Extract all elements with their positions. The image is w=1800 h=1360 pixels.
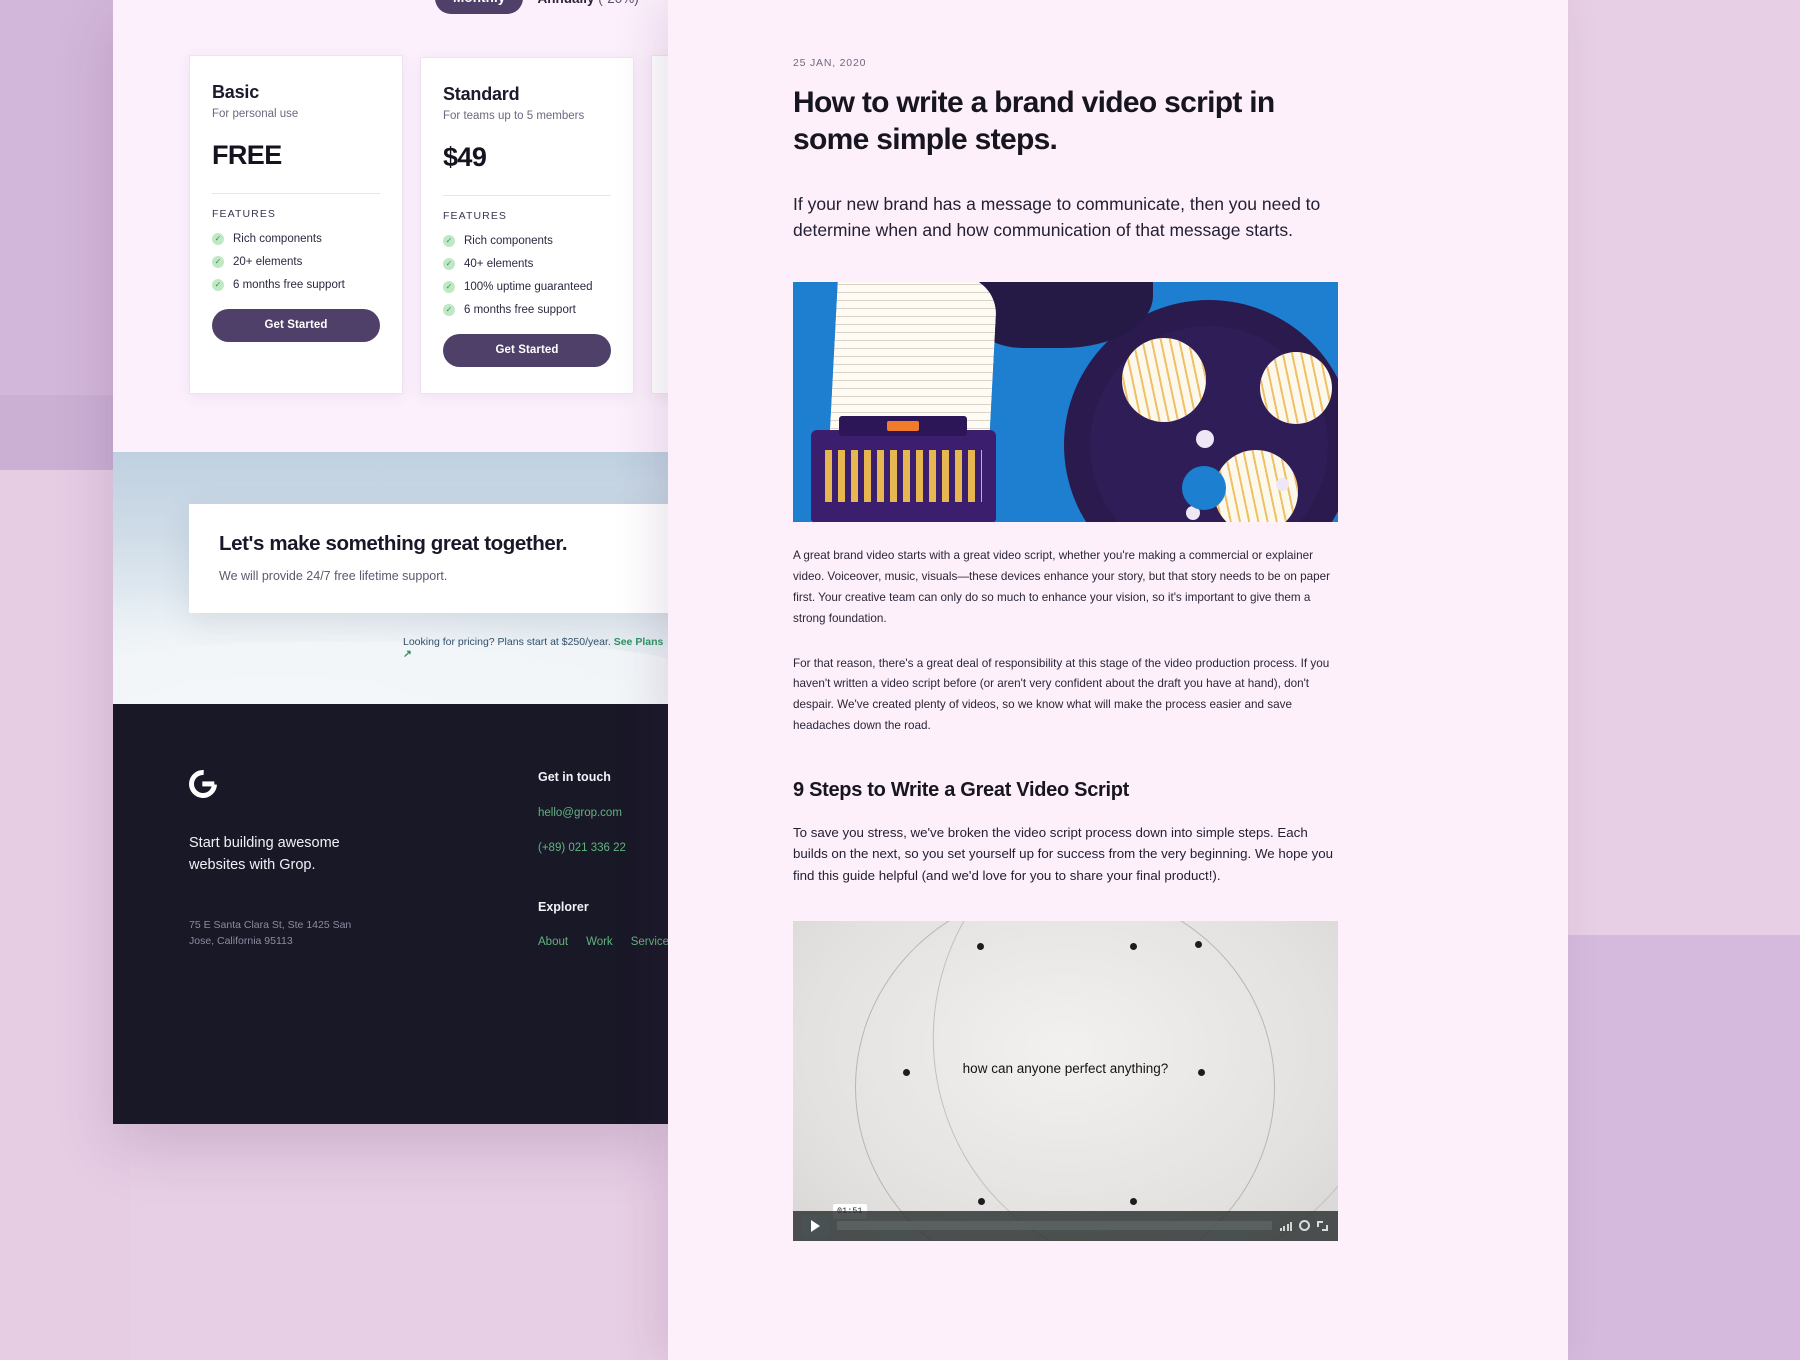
background-accent-left-upper <box>0 0 130 395</box>
feature-item: ✓ Rich components <box>443 235 611 247</box>
divider <box>443 195 611 196</box>
video-controls-bar[interactable] <box>793 1210 1338 1241</box>
typewriter-illustration <box>811 416 996 523</box>
feature-item: ✓ 6 months free support <box>212 279 380 291</box>
get-started-button-standard[interactable]: Get Started <box>443 334 611 367</box>
article-title: How to write a brand video script in som… <box>793 86 1275 156</box>
toggle-annually[interactable]: Annually (-20%) <box>537 0 638 6</box>
footer-link-about[interactable]: About <box>538 936 568 948</box>
footer-tagline: Start building awesome websites with Gro… <box>189 835 340 874</box>
article-paragraph-3: To save you stress, we've broken the vid… <box>793 824 1334 883</box>
footer-link-services[interactable]: Services <box>631 936 670 948</box>
features-list: ✓ Rich components ✓ 20+ elements ✓ 6 mon… <box>212 233 380 291</box>
toggle-annually-discount: (-20%) <box>598 0 639 6</box>
pricing-card-list: Basic For personal use FREE FEATURES ✓ R… <box>189 55 670 394</box>
feature-label: 6 months free support <box>233 279 345 291</box>
background-accent-left-lower <box>0 470 130 1360</box>
feature-item: ✓ 6 months free support <box>443 304 611 316</box>
gear-icon[interactable] <box>1299 1220 1310 1231</box>
plan-subtitle: For personal use <box>212 108 299 120</box>
cta-section: Let's make something great together. We … <box>113 452 670 704</box>
feature-label: 100% uptime guaranteed <box>464 281 593 293</box>
cta-subtitle: We will provide 24/7 free lifetime suppo… <box>219 569 448 583</box>
article-date: 25 JAN, 2020 <box>793 57 867 69</box>
video-progress-scrubber[interactable] <box>837 1221 1272 1230</box>
get-in-touch-heading: Get in touch <box>538 770 611 784</box>
play-icon[interactable] <box>801 1214 829 1237</box>
feature-label: 6 months free support <box>464 304 576 316</box>
features-heading: FEATURES <box>212 208 277 220</box>
video-caption: how can anyone perfect anything? <box>962 1060 1169 1076</box>
check-icon: ✓ <box>212 233 224 245</box>
article-paragraph-2: For that reason, there's a great deal of… <box>793 656 1330 733</box>
plan-price: FREE <box>212 140 282 170</box>
feature-item: ✓ Rich components <box>212 233 380 245</box>
feature-item: ✓ 40+ elements <box>443 258 611 270</box>
grop-logo-icon <box>183 764 223 804</box>
video-dot <box>1130 1197 1137 1205</box>
video-dot <box>1130 942 1137 950</box>
cta-pricing-note: Looking for pricing? Plans start at $250… <box>403 636 670 660</box>
plan-price: $49 <box>443 142 487 172</box>
feature-label: Rich components <box>233 233 322 245</box>
footer-phone-link[interactable]: (+89) 021 336 22 <box>538 842 670 854</box>
pricing-section: Monthly Annually (-20%) Basic For person… <box>113 0 670 452</box>
article-lead: If your new brand has a message to commu… <box>793 194 1321 240</box>
embedded-video-player[interactable]: how can anyone perfect anything? 01:51 <box>793 920 1338 1241</box>
pricing-card-basic: Basic For personal use FREE FEATURES ✓ R… <box>189 55 403 394</box>
article-panel-right: 25 JAN, 2020 How to write a brand video … <box>668 0 1568 1360</box>
check-icon: ✓ <box>443 281 455 293</box>
cta-title: Let's make something great together. <box>219 532 568 555</box>
cta-note-text: Looking for pricing? Plans start at $250… <box>403 636 611 648</box>
plan-name: Standard <box>443 84 520 104</box>
reel-hole <box>1122 338 1206 423</box>
video-controls-right <box>1279 1220 1331 1231</box>
footer-address: 75 E Santa Clara St, Ste 1425 San Jose, … <box>189 918 352 948</box>
features-heading: FEATURES <box>443 210 508 222</box>
plan-subtitle: For teams up to 5 members <box>443 110 585 122</box>
check-icon: ✓ <box>443 235 455 247</box>
check-icon: ✓ <box>443 304 455 316</box>
feature-label: 20+ elements <box>233 256 303 268</box>
toggle-annually-label: Annually <box>537 0 594 6</box>
website-mockup-left: Monthly Annually (-20%) Basic For person… <box>113 0 670 1124</box>
reel-hole <box>1260 352 1332 425</box>
footer-links-column: Get in touch hello@grop.com (+89) 021 33… <box>538 770 670 948</box>
check-icon: ✓ <box>212 256 224 268</box>
fullscreen-icon[interactable] <box>1317 1220 1328 1231</box>
reel-hub <box>1182 466 1226 511</box>
features-list: ✓ Rich components ✓ 40+ elements ✓ 100% … <box>443 235 611 316</box>
footer-link-work[interactable]: Work <box>586 936 613 948</box>
typewriter-keys <box>825 450 982 503</box>
video-dot <box>1195 940 1202 948</box>
billing-period-toggle[interactable]: Monthly Annually (-20%) <box>435 0 639 14</box>
article-hero-image <box>793 282 1338 523</box>
explorer-heading: Explorer <box>538 900 589 914</box>
feature-item: ✓ 100% uptime guaranteed <box>443 281 611 293</box>
cta-card: Let's make something great together. We … <box>189 504 670 613</box>
pricing-card-standard: Standard For teams up to 5 members $49 F… <box>420 57 634 394</box>
volume-icon[interactable] <box>1279 1221 1292 1231</box>
reel-dot <box>1196 430 1214 449</box>
explorer-link-row: About Work Services <box>538 936 670 948</box>
check-icon: ✓ <box>443 258 455 270</box>
feature-label: 40+ elements <box>464 258 534 270</box>
footer-email-link[interactable]: hello@grop.com <box>538 807 670 819</box>
get-started-button-basic[interactable]: Get Started <box>212 309 380 342</box>
toggle-monthly[interactable]: Monthly <box>435 0 524 14</box>
article-section-heading: 9 Steps to Write a Great Video Script <box>793 778 1130 801</box>
site-footer: Start building awesome websites with Gro… <box>113 704 670 1124</box>
article-paragraph-1: A great brand video starts with a great … <box>793 549 1331 625</box>
video-dot <box>977 942 984 950</box>
check-icon: ✓ <box>212 279 224 291</box>
divider <box>212 193 380 194</box>
feature-item: ✓ 20+ elements <box>212 256 380 268</box>
video-dot <box>978 1197 985 1205</box>
plan-name: Basic <box>212 82 260 102</box>
feature-label: Rich components <box>464 235 553 247</box>
typewriter-ribbon <box>887 421 919 432</box>
